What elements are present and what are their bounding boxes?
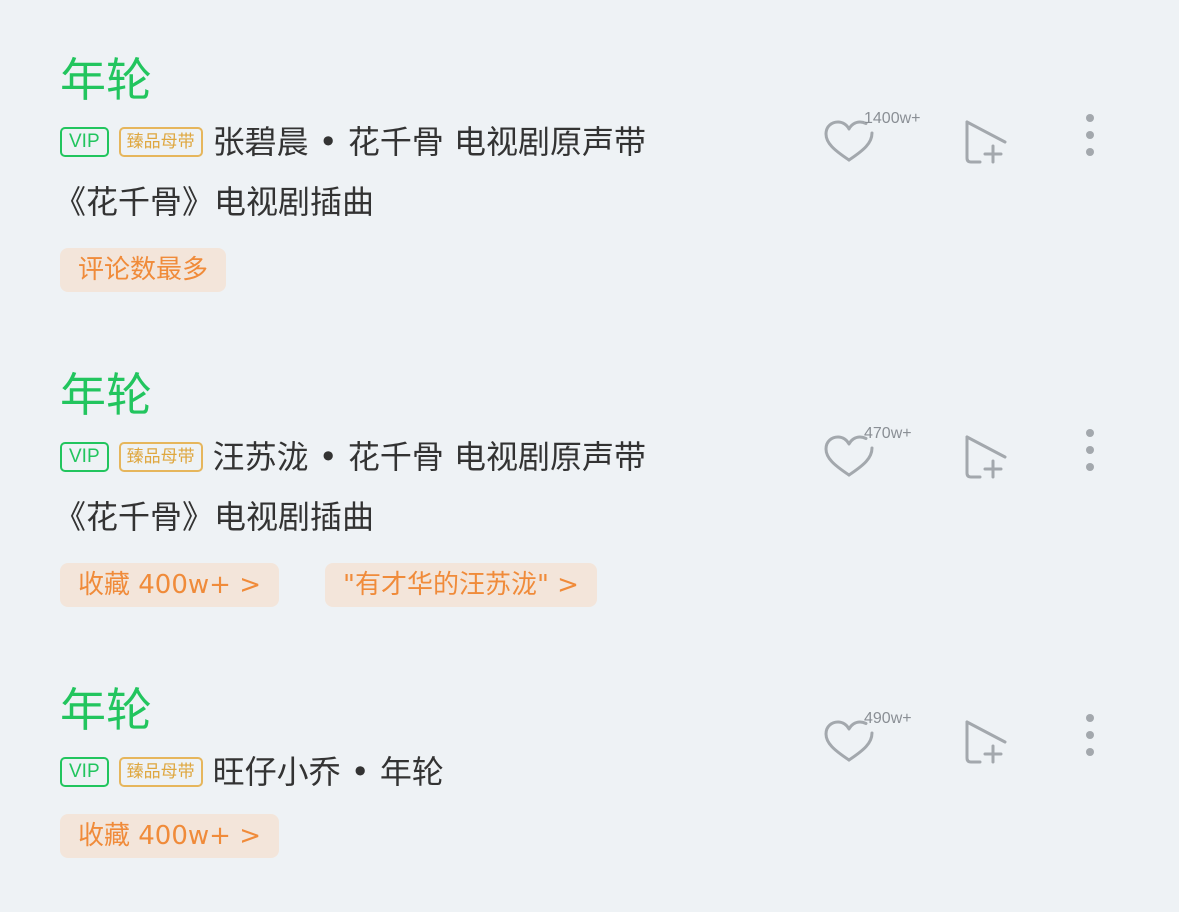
artist-album: 张碧晨 • 花千骨 电视剧原声带 — [212, 123, 647, 161]
more-vertical-icon — [1086, 114, 1094, 156]
song-actions: 470w+ — [820, 425, 1120, 489]
tag-most-comments[interactable]: 评论数最多 — [60, 248, 227, 292]
tag-row: 收藏 400w+ > "有才华的汪苏泷" > — [60, 563, 597, 607]
tag-favorites[interactable]: 收藏 400w+ > — [60, 563, 279, 607]
artist-album: 旺仔小乔 • 年轮 — [212, 753, 444, 791]
song-actions: 1400w+ — [820, 110, 1120, 174]
song-title: 年轮 — [60, 368, 152, 422]
tag-row: 评论数最多 — [60, 248, 227, 292]
song-meta: VIP 臻品母带 旺仔小乔 • 年轮 — [60, 750, 444, 794]
add-to-playlist-icon — [965, 120, 1007, 164]
more-vertical-icon — [1086, 714, 1094, 756]
like-count: 1400w+ — [864, 110, 921, 127]
vip-badge: VIP — [60, 127, 109, 157]
quality-badge: 臻品母带 — [118, 127, 203, 157]
add-to-playlist-button[interactable] — [960, 431, 1012, 483]
add-to-playlist-button[interactable] — [960, 716, 1012, 768]
tag-playlist[interactable]: "有才华的汪苏泷" > — [325, 563, 597, 607]
like-count: 470w+ — [864, 425, 912, 442]
song-description: 《花千骨》电视剧插曲 — [54, 498, 375, 536]
tag-row: 收藏 400w+ > — [60, 814, 279, 858]
song-title: 年轮 — [60, 53, 152, 107]
like-button[interactable]: 1400w+ — [820, 110, 921, 174]
vip-badge: VIP — [60, 757, 109, 787]
song-meta: VIP 臻品母带 汪苏泷 • 花千骨 电视剧原声带 — [60, 435, 646, 479]
more-button[interactable] — [1078, 108, 1102, 168]
add-to-playlist-button[interactable] — [960, 116, 1012, 168]
like-count: 490w+ — [864, 710, 912, 727]
tag-favorites[interactable]: 收藏 400w+ > — [60, 814, 279, 858]
quality-badge: 臻品母带 — [118, 757, 203, 787]
quality-badge: 臻品母带 — [118, 442, 203, 472]
song-meta: VIP 臻品母带 张碧晨 • 花千骨 电视剧原声带 — [60, 120, 646, 164]
more-button[interactable] — [1078, 708, 1102, 768]
vip-badge: VIP — [60, 442, 109, 472]
song-title: 年轮 — [60, 683, 152, 737]
like-button[interactable]: 470w+ — [820, 425, 912, 489]
add-to-playlist-icon — [965, 720, 1007, 764]
song-description: 《花千骨》电视剧插曲 — [54, 183, 375, 221]
add-to-playlist-icon — [965, 435, 1007, 479]
more-button[interactable] — [1078, 423, 1102, 483]
artist-album: 汪苏泷 • 花千骨 电视剧原声带 — [212, 438, 647, 476]
song-actions: 490w+ — [820, 710, 1120, 774]
like-button[interactable]: 490w+ — [820, 710, 912, 774]
more-vertical-icon — [1086, 429, 1094, 471]
